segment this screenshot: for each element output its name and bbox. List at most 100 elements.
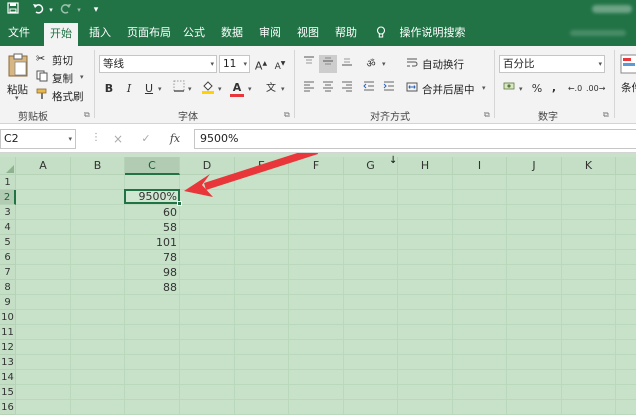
accounting-dropdown-icon[interactable]: ▾: [519, 85, 523, 93]
increase-decimal-button[interactable]: ←.0: [566, 80, 584, 98]
align-top-button[interactable]: [300, 55, 318, 73]
row-header-4[interactable]: 4: [0, 220, 16, 235]
alignment-launcher-icon[interactable]: ⧉: [484, 110, 490, 120]
column-header-c[interactable]: C: [125, 157, 180, 175]
column-header-i[interactable]: I: [453, 157, 507, 175]
worksheet-grid[interactable]: A B C D E F G H I J K ↓ 1 2 3 4 5 6 7 8 …: [0, 153, 636, 415]
row-header-6[interactable]: 6: [0, 250, 16, 265]
column-header-k[interactable]: K: [562, 157, 616, 175]
fill-color-dropdown-icon[interactable]: ▾: [218, 85, 222, 93]
fill-color-button[interactable]: [199, 80, 217, 98]
increase-indent-button[interactable]: [380, 80, 398, 98]
tab-home[interactable]: 开始: [44, 23, 78, 46]
confirm-entry-button[interactable]: ✓: [138, 129, 154, 149]
tell-me-search[interactable]: 操作说明搜索: [370, 20, 472, 46]
paste-button[interactable]: 粘贴 ▾: [4, 50, 32, 102]
column-header-e[interactable]: E: [235, 157, 289, 175]
row-header-10[interactable]: 10: [0, 310, 16, 325]
row-header-13[interactable]: 13: [0, 355, 16, 370]
column-header-b[interactable]: B: [71, 157, 125, 175]
tab-help[interactable]: 帮助: [329, 20, 363, 46]
align-center-button[interactable]: [319, 80, 337, 98]
redo-dropdown-icon[interactable]: ▾: [75, 2, 83, 18]
customize-icon[interactable]: ▾: [90, 2, 102, 18]
merge-center-button[interactable]: 合并后居中 ▾: [406, 81, 490, 97]
cell-c6[interactable]: 78: [124, 250, 180, 265]
row-header-16[interactable]: 16: [0, 400, 16, 415]
font-name-select[interactable]: 等线 ▾: [99, 55, 217, 73]
number-launcher-icon[interactable]: ⧉: [603, 110, 609, 120]
column-header-a[interactable]: A: [16, 157, 71, 175]
insert-function-button[interactable]: fx: [165, 129, 185, 149]
row-header-8[interactable]: 8: [0, 280, 16, 295]
phonetic-dropdown-icon[interactable]: ▾: [281, 85, 285, 93]
column-header-f[interactable]: F: [289, 157, 344, 175]
phonetic-button[interactable]: 文: [262, 80, 280, 98]
redo-icon[interactable]: [58, 2, 74, 18]
italic-button[interactable]: I: [120, 80, 138, 98]
align-left-button[interactable]: [300, 80, 318, 98]
column-header-h[interactable]: H: [398, 157, 453, 175]
row-header-3[interactable]: 3: [0, 205, 16, 220]
row-header-7[interactable]: 7: [0, 265, 16, 280]
copy-dropdown-icon[interactable]: ▾: [80, 73, 84, 81]
row-header-12[interactable]: 12: [0, 340, 16, 355]
increase-font-size-button[interactable]: A▲: [252, 55, 270, 73]
tab-data[interactable]: 数据: [215, 20, 249, 46]
row-header-9[interactable]: 9: [0, 295, 16, 310]
decrease-indent-button[interactable]: [360, 80, 378, 98]
cell-c3[interactable]: 60: [124, 205, 180, 220]
cut-button[interactable]: ✂ 剪切: [36, 52, 84, 68]
tab-page-layout[interactable]: 页面布局: [121, 20, 177, 46]
tab-insert[interactable]: 插入: [83, 20, 117, 46]
orientation-button[interactable]: ॐ: [362, 55, 380, 73]
percent-style-button[interactable]: %: [528, 80, 546, 98]
align-middle-button[interactable]: [319, 55, 337, 73]
font-color-dropdown-icon[interactable]: ▾: [248, 85, 252, 93]
undo-dropdown-icon[interactable]: ▾: [47, 2, 55, 18]
borders-button[interactable]: [170, 80, 188, 98]
column-header-j[interactable]: J: [507, 157, 562, 175]
row-header-15[interactable]: 15: [0, 385, 16, 400]
tab-file[interactable]: 文件: [2, 20, 36, 46]
tab-review[interactable]: 审阅: [253, 20, 287, 46]
format-painter-button[interactable]: 格式刷: [36, 88, 84, 104]
row-header-14[interactable]: 14: [0, 370, 16, 385]
align-bottom-button[interactable]: [338, 55, 356, 73]
paste-dropdown-icon[interactable]: ▾: [15, 94, 19, 102]
font-color-button[interactable]: A: [228, 79, 246, 97]
save-icon[interactable]: [4, 2, 22, 18]
align-right-button[interactable]: [338, 80, 356, 98]
tab-formulas[interactable]: 公式: [177, 20, 211, 46]
cell-c2[interactable]: 9500%: [124, 189, 180, 204]
decrease-decimal-button[interactable]: .00→: [586, 80, 605, 98]
font-launcher-icon[interactable]: ⧉: [284, 110, 290, 120]
select-all-corner[interactable]: [0, 157, 16, 175]
name-box[interactable]: C2 ▾: [0, 129, 76, 149]
row-header-1[interactable]: 1: [0, 175, 16, 190]
copy-button[interactable]: 复制 ▾: [36, 70, 88, 86]
formula-input[interactable]: 9500%: [194, 129, 636, 149]
wrap-text-button[interactable]: 自动换行: [406, 56, 470, 72]
underline-dropdown-icon[interactable]: ▾: [158, 85, 162, 93]
cell-c7[interactable]: 98: [124, 265, 180, 280]
row-header-2[interactable]: 2: [0, 190, 16, 205]
decrease-font-size-button[interactable]: A▼: [271, 55, 289, 73]
bold-button[interactable]: B: [100, 80, 118, 98]
row-header-5[interactable]: 5: [0, 235, 16, 250]
merge-dropdown-icon[interactable]: ▾: [482, 84, 486, 92]
conditional-formatting-button[interactable]: 条件: [618, 52, 636, 102]
column-header-partial[interactable]: [616, 157, 636, 175]
orientation-dropdown-icon[interactable]: ▾: [382, 60, 386, 68]
undo-icon[interactable]: [30, 2, 46, 18]
cancel-entry-button[interactable]: ×: [110, 129, 126, 149]
accounting-format-button[interactable]: [500, 80, 518, 98]
row-header-11[interactable]: 11: [0, 325, 16, 340]
cell-c5[interactable]: 101: [124, 235, 180, 250]
column-header-d[interactable]: D: [180, 157, 235, 175]
tab-view[interactable]: 视图: [291, 20, 325, 46]
cell-c4[interactable]: 58: [124, 220, 180, 235]
number-format-select[interactable]: 百分比 ▾: [499, 55, 605, 73]
font-size-select[interactable]: 11 ▾: [219, 55, 250, 73]
borders-dropdown-icon[interactable]: ▾: [188, 85, 192, 93]
